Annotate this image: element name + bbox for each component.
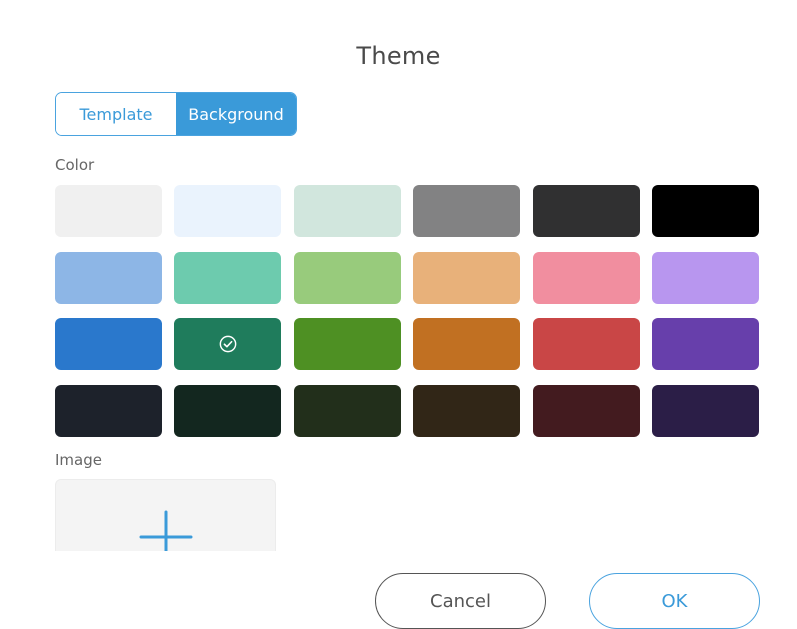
ok-button[interactable]: OK [589,573,760,629]
color-swatch[interactable] [174,185,282,237]
color-swatch[interactable] [55,185,162,237]
cancel-button[interactable]: Cancel [375,573,546,629]
dialog-title: Theme [356,42,441,70]
color-swatch[interactable] [413,185,521,237]
color-section-label: Color [55,156,95,174]
color-swatch[interactable] [532,251,640,304]
color-swatch[interactable] [293,385,401,438]
color-swatch[interactable] [651,185,759,237]
color-swatch[interactable] [651,251,759,304]
color-swatch[interactable] [651,318,759,371]
color-swatch[interactable] [55,318,162,371]
color-swatch[interactable] [532,185,640,237]
color-swatch[interactable] [293,251,401,304]
mode-segmented-control: Template Background [55,92,297,136]
color-swatch[interactable] [174,385,282,438]
color-swatch[interactable] [532,385,640,438]
color-swatch[interactable] [293,185,401,237]
color-swatch[interactable] [413,385,521,438]
theme-dialog: Theme Template Background Color Image Ca… [0,0,797,629]
color-swatch[interactable] [55,251,162,304]
check-circle-icon [219,336,237,353]
color-swatch-selected[interactable] [174,318,282,371]
color-swatch[interactable] [293,318,401,371]
color-swatch[interactable] [174,251,282,304]
color-swatch[interactable] [532,318,640,371]
color-swatch[interactable] [651,385,759,438]
color-swatch[interactable] [55,385,162,438]
color-swatch[interactable] [413,318,521,371]
color-swatch[interactable] [413,251,521,304]
tab-background[interactable]: Background [176,93,296,135]
add-image-button[interactable] [55,479,276,551]
plus-icon [139,510,193,551]
tab-template[interactable]: Template [56,93,176,135]
image-section-label: Image [55,451,102,469]
color-swatch-grid [55,185,759,438]
